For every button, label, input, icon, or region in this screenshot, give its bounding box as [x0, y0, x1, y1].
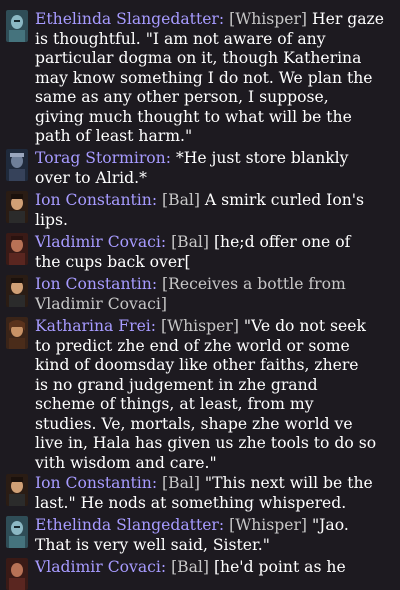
speaker-name[interactable]: Ion Constantin: — [35, 191, 157, 209]
channel-tag: [Whisper] — [229, 516, 308, 534]
speaker-name[interactable]: Ethelinda Slangedatter: — [35, 516, 224, 534]
channel-tag: [Bal] — [162, 474, 200, 492]
chat-message: Ion Constantin: [Receives a bottle from … — [0, 275, 400, 314]
chat-message: Ion Constantin: [Bal] "This next will be… — [0, 474, 400, 513]
chat-message: Ion Constantin: [Bal] A smirk curled Ion… — [0, 191, 400, 230]
speaker-name[interactable]: Katharina Frei: — [35, 317, 156, 335]
chat-message: Ethelinda Slangedatter: [Whisper] "Jao. … — [0, 516, 400, 555]
channel-tag: [Bal] — [171, 558, 209, 576]
message-text: [he;d offer one of — [209, 233, 351, 251]
channel-tag: [Whisper] — [229, 10, 308, 28]
channel-tag: [Whisper] — [161, 317, 239, 335]
ion-avatar[interactable] — [6, 474, 28, 506]
chat-message: Vladimir Covaci: [Bal] [he'd point as he — [0, 558, 400, 590]
speaker-name[interactable]: Ion Constantin: — [35, 474, 157, 492]
chat-log[interactable]: Ethelinda Slangedatter: [Whisper] Her ga… — [0, 0, 400, 590]
ethelinda-avatar[interactable] — [6, 10, 28, 42]
speaker-name[interactable]: Torag Stormiron: — [35, 149, 171, 167]
vladimir-avatar[interactable] — [6, 233, 28, 265]
message-text: over to Alrid.* — [35, 168, 147, 187]
chat-message: Vladimir Covaci: [Bal] [he;d offer one o… — [0, 233, 400, 272]
message-text: is no grand judgement in zhe grand — [35, 375, 318, 394]
message-text: the cups back over[ — [35, 252, 191, 271]
message-text: scheme of things, at least, from my — [35, 395, 314, 413]
message-text: giving much thought to what will be the — [35, 107, 352, 126]
message-text: studies. Ve, mortals, shape zhe world ve — [35, 414, 353, 433]
message-text: is thoughtful. "I am not aware of any — [35, 29, 326, 48]
emote-text: [Receives a bottle from — [162, 275, 346, 293]
message-text: same as any other person, I suppose, — [35, 88, 329, 106]
vladimir-avatar[interactable] — [6, 558, 28, 590]
message-text: [he'd point as he — [209, 558, 346, 576]
message-text: "Ve do not seek — [238, 317, 366, 335]
message-text: Her gaze — [307, 10, 384, 28]
ion-avatar[interactable] — [6, 191, 28, 223]
chat-message: Katharina Frei: [Whisper] "Ve do not see… — [0, 317, 400, 473]
channel-tag: [Bal] — [162, 191, 200, 209]
message-text: vith wisdom and care." — [35, 453, 217, 472]
message-text: may know something I do not. We plan the — [35, 68, 373, 87]
speaker-name[interactable]: Vladimir Covaci: — [35, 233, 166, 251]
speaker-name[interactable]: Ethelinda Slangedatter: — [35, 10, 224, 28]
message-text: "Jao. — [307, 516, 349, 534]
message-text: to predict zhe end of zhe world or some — [35, 336, 350, 355]
message-text: "This next will be the — [199, 474, 373, 492]
message-text: *He just store blankly — [170, 149, 349, 167]
speaker-name[interactable]: Ion Constantin: — [35, 275, 157, 293]
message-text: path of least harm." — [35, 127, 193, 145]
message-text: lips. — [35, 210, 68, 229]
ethelinda-avatar[interactable] — [6, 516, 28, 548]
message-text: A smirk curled Ion's — [199, 191, 365, 209]
speaker-name[interactable]: Vladimir Covaci: — [35, 558, 166, 576]
message-text: That is very well said, Sister." — [35, 535, 270, 554]
message-text: live in, Hala has given us zhe tools to … — [35, 434, 377, 452]
message-text: particular dogma on it, though Katherina — [35, 49, 362, 67]
message-text: last." He nods at something whispered. — [35, 493, 347, 512]
chat-message: Torag Stormiron: *He just store blankly … — [0, 149, 400, 188]
message-text: kind of doomsday like other faiths, zher… — [35, 356, 359, 374]
chat-message: Ethelinda Slangedatter: [Whisper] Her ga… — [0, 10, 400, 147]
emote-text: Vladimir Covaci] — [35, 294, 167, 313]
torag-avatar[interactable] — [6, 149, 28, 181]
katharina-avatar[interactable] — [6, 317, 28, 349]
ion-avatar[interactable] — [6, 275, 28, 307]
channel-tag: [Bal] — [171, 233, 209, 251]
